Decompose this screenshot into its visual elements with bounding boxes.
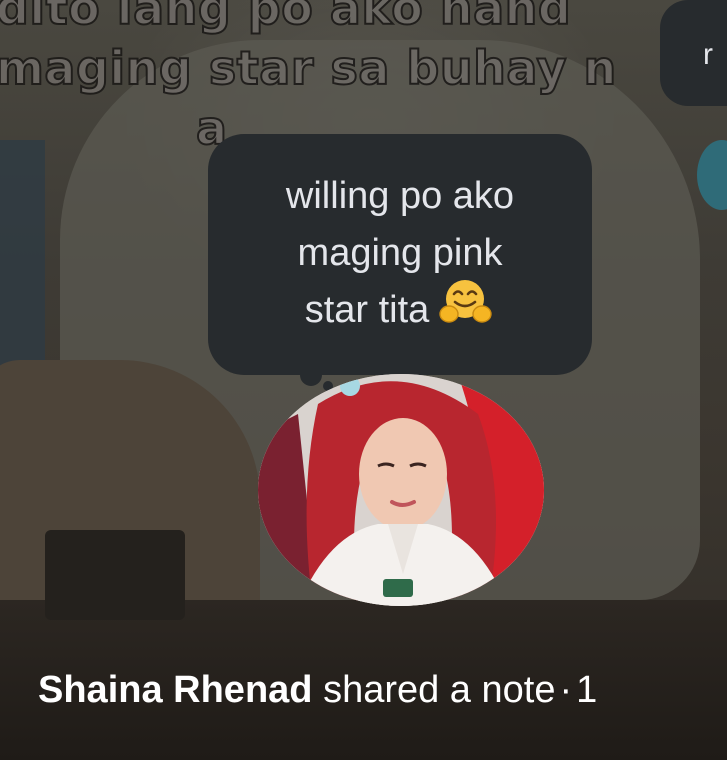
hugging-face-icon: [437, 278, 495, 341]
byline-time: 1: [576, 669, 598, 711]
note-line-2: maging pink: [297, 232, 503, 275]
author-name[interactable]: Shaina Rhenad: [38, 669, 313, 711]
caption-line-2: maging star sa buhay n: [0, 40, 617, 96]
background-teal-shape: [697, 140, 727, 210]
next-note-text: r: [703, 38, 713, 71]
byline-separator: ·: [559, 669, 573, 711]
next-note-bubble[interactable]: r: [660, 0, 727, 106]
story-viewer[interactable]: dito lang po ako hand maging star sa buh…: [0, 0, 727, 760]
note-byline: Shaina Rhenad shared a note · 1: [38, 664, 597, 716]
note-bubble[interactable]: willing po ako maging pink star tita: [208, 134, 592, 375]
byline-action: shared a note: [323, 669, 556, 711]
avatar[interactable]: [258, 374, 544, 606]
note-line-1: willing po ako: [285, 175, 515, 218]
caption-line-1: dito lang po ako hand: [0, 0, 572, 36]
caption-line-3: a: [195, 100, 228, 156]
note-line-3-text: star tita: [304, 289, 430, 332]
background-dark-block: [45, 530, 185, 620]
note-line-3: star tita: [240, 279, 560, 340]
note-text: willing po ako maging pink star tita: [240, 168, 560, 340]
